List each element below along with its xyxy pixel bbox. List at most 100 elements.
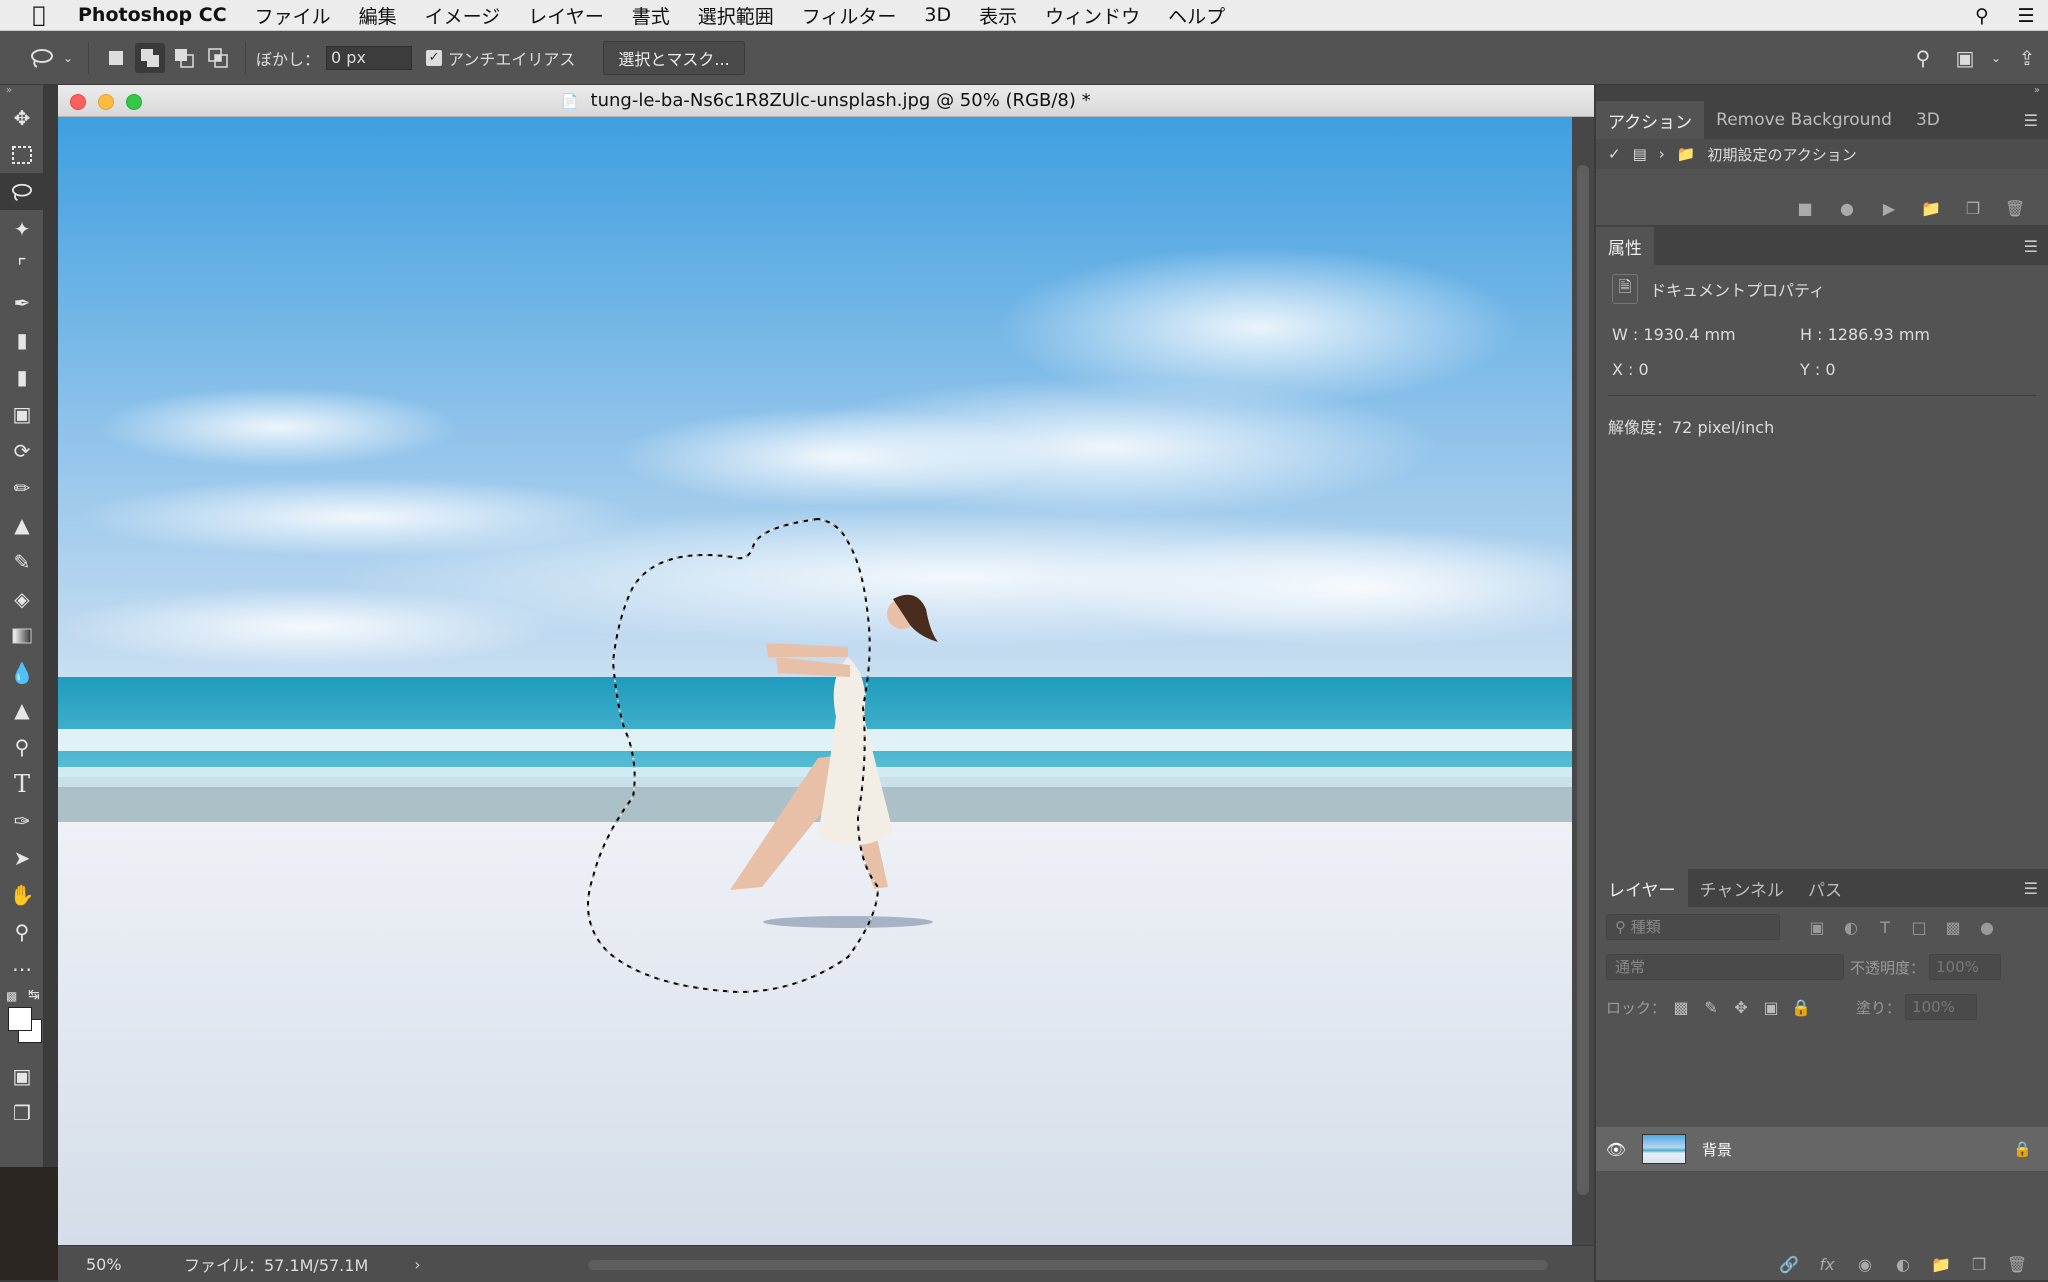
chevron-down-icon[interactable]: ⌄ [1986, 51, 2006, 65]
add-to-selection-button[interactable] [135, 42, 165, 73]
collapse-panels-icon[interactable]: » [1596, 85, 2048, 101]
notification-center-icon[interactable]: ☰ [2004, 5, 2048, 27]
image-filter-icon[interactable]: ▣ [1800, 918, 1834, 937]
type-filter-icon[interactable]: T [1868, 918, 1902, 937]
select-and-mask-button[interactable]: 選択とマスク... [603, 40, 745, 75]
antialias-checkbox[interactable]: ✓ [426, 49, 443, 66]
new-action-icon[interactable]: ❐ [1952, 199, 1994, 218]
dodge-tool-icon[interactable]: ⚲ [0, 728, 44, 765]
feather-input[interactable] [326, 45, 413, 70]
zoom-window-button[interactable] [126, 94, 142, 110]
layer-thumbnail[interactable] [1642, 1134, 1686, 1164]
tab-channels[interactable]: チャンネル [1688, 869, 1797, 907]
search-icon[interactable]: ⚲ [1902, 46, 1944, 70]
intersect-selection-button[interactable] [203, 43, 233, 73]
menu-edit[interactable]: 編集 [359, 2, 397, 29]
apple-menu-icon[interactable]:  [0, 3, 78, 28]
gradient-tool-icon[interactable] [0, 617, 44, 654]
chevron-down-icon[interactable]: ⌄ [58, 42, 78, 74]
menu-type[interactable]: 書式 [632, 2, 670, 29]
quick-mask-icon[interactable]: ▣ [0, 1057, 44, 1094]
brush-tool-icon[interactable]: ▮ [0, 358, 44, 395]
opacity-input[interactable]: 100% [1929, 954, 2002, 980]
checkmark-icon[interactable]: ✓ [1608, 145, 1621, 163]
tab-properties[interactable]: 属性 [1596, 227, 1654, 265]
menu-filter[interactable]: フィルター [802, 2, 897, 29]
smart-object-filter-icon[interactable]: ▩ [1936, 918, 1970, 937]
eyedropper-tool-icon[interactable]: ✒ [0, 284, 44, 321]
menu-select[interactable]: 選択範囲 [698, 2, 774, 29]
move-tool-icon[interactable]: ✥ [0, 99, 44, 136]
workspace-icon[interactable]: ▣ [1944, 46, 1986, 70]
marquee-tool-icon[interactable] [0, 136, 44, 173]
tab-actions[interactable]: アクション [1596, 101, 1705, 139]
x-value[interactable]: X : 0 [1612, 360, 1800, 379]
layer-name[interactable]: 背景 [1702, 1139, 1732, 1160]
magic-wand-tool-icon[interactable]: ✦ [0, 210, 44, 247]
tab-remove-background[interactable]: Remove Background [1704, 101, 1904, 139]
vertical-scrollbar[interactable] [1572, 117, 1594, 1245]
fill-input[interactable]: 100% [1905, 994, 1978, 1020]
screen-mode-icon[interactable]: ❐ [0, 1094, 44, 1131]
type-tool-icon[interactable]: T [0, 765, 44, 802]
share-icon[interactable]: ⇪ [2006, 46, 2048, 70]
foreground-color-swatch[interactable] [8, 1007, 32, 1031]
more-tools-icon[interactable]: ⋯ [0, 950, 44, 987]
y-value[interactable]: Y : 0 [1800, 360, 2000, 379]
lock-artboard-icon[interactable]: ▣ [1756, 998, 1786, 1017]
add-mask-icon[interactable]: ◉ [1846, 1255, 1884, 1274]
layer-lock-icon[interactable]: 🔒 [2013, 1140, 2032, 1158]
subtract-from-selection-button[interactable] [169, 43, 199, 73]
stop-icon[interactable]: ■ [1784, 199, 1826, 218]
panel-menu-icon[interactable]: ☰ [2024, 111, 2038, 130]
filter-toggle-icon[interactable]: ● [1970, 918, 2004, 937]
minimize-window-button[interactable] [98, 94, 114, 110]
tab-paths[interactable]: パス [1796, 869, 1854, 907]
menu-image[interactable]: イメージ [425, 2, 501, 29]
lock-position-icon[interactable]: ✥ [1726, 998, 1756, 1017]
zoom-tool-icon[interactable]: ⚲ [0, 913, 44, 950]
menu-view[interactable]: 表示 [979, 2, 1017, 29]
close-window-button[interactable] [70, 94, 86, 110]
default-colors-icon[interactable]: ▩ [6, 989, 17, 1003]
crop-tool-icon[interactable]: ⌜ [0, 247, 44, 284]
stamp-tool-icon[interactable]: ▲ [0, 506, 44, 543]
width-value[interactable]: W : 1930.4 mm [1612, 325, 1800, 344]
new-layer-icon[interactable]: ❐ [1960, 1255, 1998, 1274]
spotlight-search-icon[interactable]: ⚲ [1960, 5, 2004, 27]
new-set-folder-icon[interactable]: 📁 [1910, 199, 1952, 218]
delete-layer-icon[interactable]: 🗑 [1998, 1255, 2036, 1274]
new-selection-button[interactable] [101, 43, 131, 73]
menu-help[interactable]: ヘルプ [1168, 2, 1225, 29]
blend-mode-select[interactable]: 通常 [1606, 954, 1844, 980]
layer-row[interactable]: 👁 背景 🔒 [1596, 1127, 2048, 1171]
dialog-toggle-icon[interactable]: ▤ [1633, 145, 1647, 163]
zoom-level[interactable]: 50% [58, 1255, 144, 1274]
height-value[interactable]: H : 1286.93 mm [1800, 325, 2000, 344]
sharpen-tool-icon[interactable]: ▲ [0, 691, 44, 728]
collapse-toolbar-icon[interactable]: » [0, 85, 43, 99]
paint-brush-tool-icon[interactable]: ✏ [0, 469, 44, 506]
panel-menu-icon[interactable]: ☰ [2024, 879, 2038, 898]
lasso-tool-icon[interactable] [0, 173, 44, 210]
blur-tool-icon[interactable]: 💧 [0, 654, 44, 691]
image-canvas[interactable] [58, 117, 1572, 1245]
history-brush-tool-icon[interactable]: ⟳ [0, 432, 44, 469]
lock-transparent-icon[interactable]: ▩ [1666, 998, 1696, 1017]
scroll-thumb[interactable] [1577, 165, 1589, 1195]
lock-all-icon[interactable]: 🔒 [1786, 998, 1816, 1017]
smudge-tool-icon[interactable]: ✎ [0, 543, 44, 580]
panel-menu-icon[interactable]: ☰ [2024, 237, 2038, 256]
horizontal-scrollbar[interactable] [588, 1260, 1548, 1270]
tab-3d[interactable]: 3D [1904, 101, 1952, 139]
shape-filter-icon[interactable]: □ [1902, 918, 1936, 937]
link-layers-icon[interactable]: 🔗 [1770, 1255, 1808, 1274]
action-set-row[interactable]: ✓ ▤ › 📁 初期設定のアクション [1596, 139, 2048, 169]
layer-kind-filter[interactable]: ⚲ 種類 [1606, 914, 1780, 940]
adjustment-filter-icon[interactable]: ◐ [1834, 918, 1868, 937]
chevron-right-icon[interactable]: › [1659, 145, 1665, 163]
menu-window[interactable]: ウィンドウ [1045, 2, 1140, 29]
lock-image-icon[interactable]: ✎ [1696, 998, 1726, 1017]
adjustment-layer-icon[interactable]: ◐ [1884, 1255, 1922, 1274]
eraser-tool-icon[interactable]: ◈ [0, 580, 44, 617]
